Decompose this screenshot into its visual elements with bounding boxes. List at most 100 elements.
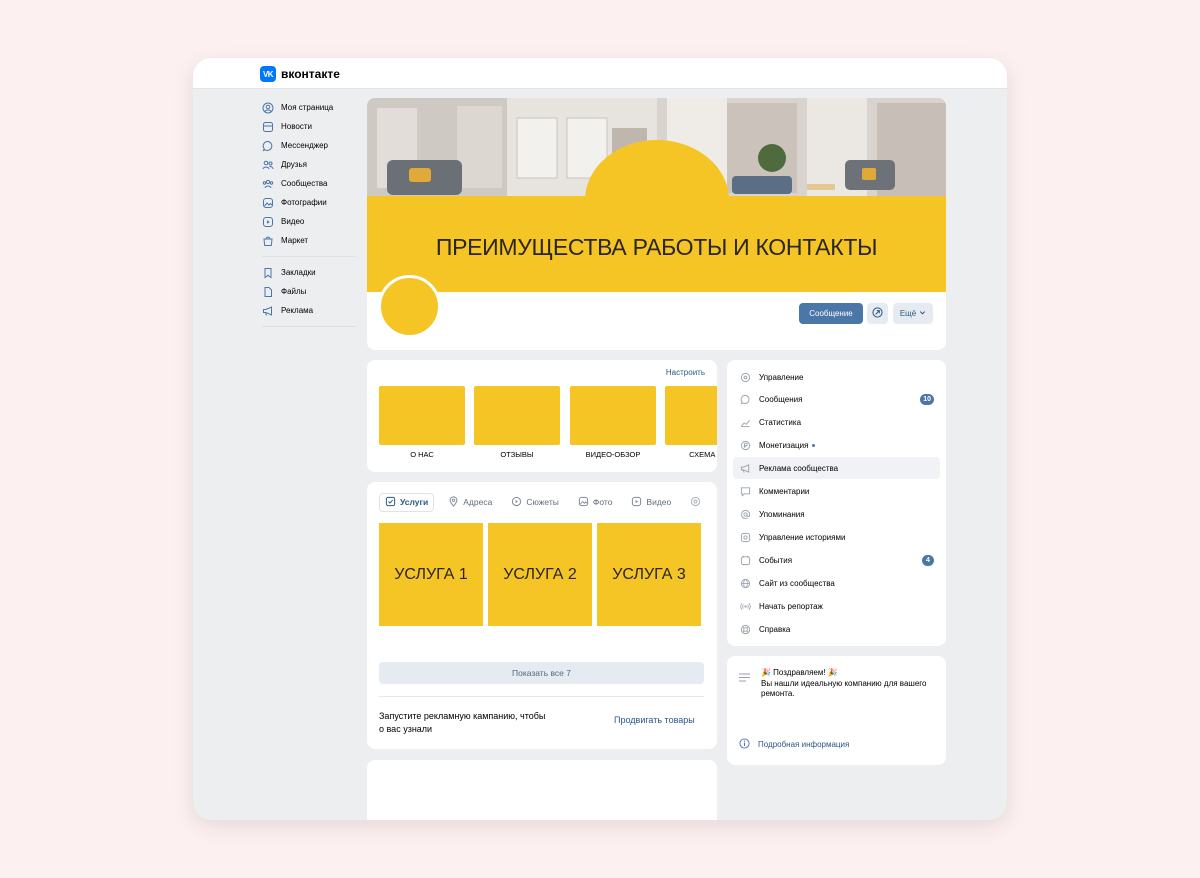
new-indicator-dot <box>812 443 816 447</box>
user-circle-icon <box>262 102 274 114</box>
sidebar-item-my-page[interactable]: Моя страница <box>262 98 358 117</box>
sidebar-item-bookmarks[interactable]: Закладки <box>262 263 358 282</box>
sidebar-item-files[interactable]: Файлы <box>262 282 358 301</box>
description-icon <box>739 670 750 688</box>
sidebar-item-photos[interactable]: Фотографии <box>262 193 358 212</box>
sidebar-item-label: Маркет <box>281 236 309 245</box>
tab-addresses[interactable]: Адреса <box>443 493 497 512</box>
sidebar-item-communities[interactable]: Сообщества <box>262 174 358 193</box>
menu-item-label: Управление <box>759 372 804 382</box>
info-icon <box>739 738 750 751</box>
description-line-1: 🎉 Поздравляем! 🎉 <box>761 668 838 677</box>
service-tile-2[interactable]: УСЛУГА 2 <box>488 523 592 626</box>
at-icon <box>739 508 751 520</box>
sidebar-item-video[interactable]: Видео <box>262 212 358 231</box>
more-info-link[interactable]: Подробная информация <box>739 738 849 751</box>
wall-card <box>367 760 717 820</box>
tab-settings[interactable] <box>685 493 706 512</box>
sidebar-item-label: Фотографии <box>281 198 327 207</box>
menu-item-comments[interactable]: Комментарии <box>733 480 940 502</box>
menu-item-label: Управление историями <box>759 532 846 542</box>
comment-icon <box>739 485 751 497</box>
more-button[interactable]: Ещё <box>893 303 933 324</box>
sidebar-item-label: Моя страница <box>281 103 334 112</box>
bookmark-icon <box>262 267 274 279</box>
megaphone-icon <box>739 462 751 474</box>
promote-products-link[interactable]: Продвигать товары <box>614 715 695 725</box>
sidebar-item-market[interactable]: Маркет <box>262 231 358 250</box>
vk-logo-icon: VK <box>260 66 276 82</box>
sidebar-item-label: Закладки <box>281 268 316 277</box>
show-all-services-button[interactable]: Показать все 7 <box>379 662 704 684</box>
menu-item-label: Реклама сообщества <box>759 463 839 473</box>
menu-item-community-site[interactable]: Сайт из сообщества <box>733 572 940 594</box>
sidebar-item-news[interactable]: Новости <box>262 117 358 136</box>
photos-icon <box>578 496 589 509</box>
menu-item-label: Начать репортаж <box>759 601 823 611</box>
menu-item-community-ads[interactable]: Реклама сообщества <box>733 457 940 479</box>
menu-item-monetization[interactable]: Монетизация <box>733 434 940 456</box>
chevron-down-icon <box>919 309 926 318</box>
megaphone-icon <box>262 305 274 317</box>
more-label: Ещё <box>899 309 917 318</box>
menu-tile-about[interactable] <box>379 386 465 445</box>
tab-stories[interactable]: Сюжеты <box>506 493 564 512</box>
menu-item-label: Сайт из сообщества <box>759 578 835 588</box>
market-icon <box>262 235 274 247</box>
sidebar-item-friends[interactable]: Друзья <box>262 155 358 174</box>
description-line-2: Вы нашли идеальную компанию для вашего р… <box>761 678 927 699</box>
menu-tile-reviews[interactable] <box>474 386 560 445</box>
events-count-badge: 4 <box>922 554 934 566</box>
news-icon <box>262 121 274 133</box>
more-info-label: Подробная информация <box>758 740 850 749</box>
tab-photos[interactable]: Фото <box>573 493 618 512</box>
share-icon <box>872 305 883 323</box>
menu-item-messages[interactable]: Сообщения 10 <box>733 388 940 410</box>
browser-frame: VK вконтакте Моя страница Новости Мессен… <box>193 58 1007 820</box>
menu-tile-video-review[interactable] <box>570 386 656 445</box>
menu-item-management[interactable]: Управление <box>733 366 940 388</box>
community-avatar[interactable] <box>378 275 441 338</box>
services-card: Услуги Адреса Сюжеты Фото Видео УСЛУГА 1… <box>367 482 717 749</box>
sidebar-item-messenger[interactable]: Мессенджер <box>262 136 358 155</box>
menu-tile-scheme[interactable] <box>665 386 717 445</box>
video-icon <box>262 216 274 228</box>
messenger-icon <box>262 140 274 152</box>
menu-item-label: События <box>759 555 793 565</box>
menu-tile-label: ОТЗЫВЫ <box>500 450 534 459</box>
menu-item-events[interactable]: События 4 <box>733 549 940 571</box>
menu-item-statistics[interactable]: Статистика <box>733 411 940 433</box>
tab-services[interactable]: Услуги <box>379 492 435 512</box>
message-button[interactable]: Сообщение <box>799 303 863 324</box>
calendar-icon <box>739 554 751 566</box>
menu-item-start-broadcast[interactable]: Начать репортаж <box>733 595 940 617</box>
vk-logo[interactable]: VK вконтакте <box>260 66 340 82</box>
globe-icon <box>739 577 751 589</box>
menu-item-label: Сообщения <box>759 394 803 404</box>
service-tile-3[interactable]: УСЛУГА 3 <box>597 523 701 626</box>
sidebar-item-label: Новости <box>281 122 312 131</box>
sidebar-item-label: Видео <box>281 217 305 226</box>
friends-icon <box>262 159 274 171</box>
gear-icon <box>690 496 701 509</box>
service-tile-1[interactable]: УСЛУГА 1 <box>379 523 483 626</box>
divider <box>379 696 704 697</box>
cover-title: ПРЕИМУЩЕСТВА РАБОТЫ И КОНТАКТЫ <box>435 234 878 260</box>
menu-item-label: Комментарии <box>759 486 810 496</box>
menu-item-mentions[interactable]: Упоминания <box>733 503 940 525</box>
message-icon <box>739 393 751 405</box>
menu-item-label: Монетизация <box>759 440 809 450</box>
vk-logo-text: вконтакте <box>281 67 340 81</box>
clips-icon <box>511 496 522 509</box>
file-icon <box>262 286 274 298</box>
sidebar-item-ads[interactable]: Реклама <box>262 301 358 320</box>
setup-link[interactable]: Настроить <box>666 368 705 377</box>
promo-text: Запустите рекламную кампанию, чтобы о ва… <box>379 711 546 734</box>
menu-item-help[interactable]: Справка <box>733 618 940 640</box>
tab-video[interactable]: Видео <box>626 493 676 512</box>
menu-item-stories-management[interactable]: Управление историями <box>733 526 940 548</box>
info-card: 🎉 Поздравляем! 🎉 Вы нашли идеальную комп… <box>727 656 946 765</box>
menu-tile-label: СХЕМА РА <box>689 450 717 459</box>
share-button[interactable] <box>867 303 888 324</box>
cover-yellow-arch <box>585 140 729 200</box>
